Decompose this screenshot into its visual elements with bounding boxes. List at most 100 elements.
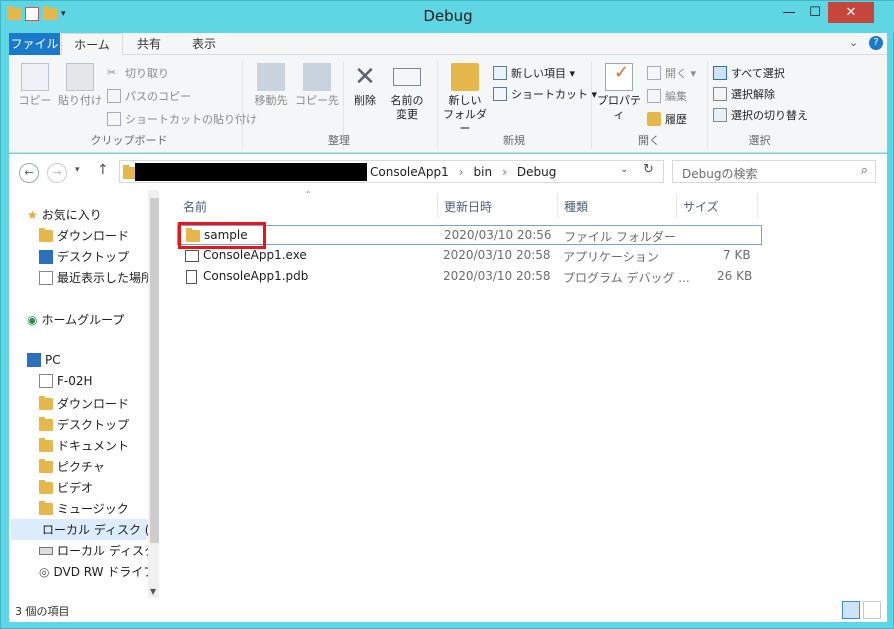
help-icon[interactable]: ? xyxy=(869,36,883,50)
copy-to-button[interactable]: コピー先 xyxy=(295,63,339,108)
large-icons-view-icon[interactable] xyxy=(863,601,881,619)
details-view-icon[interactable] xyxy=(842,601,860,619)
table-row[interactable]: ConsoleApp1.exe 2020/03/10 20:58 アプリケーショ… xyxy=(177,246,762,266)
nav-item-local-disk-c[interactable]: ローカル ディスク (C xyxy=(11,519,158,540)
breadcrumb-item[interactable]: bin xyxy=(474,165,493,179)
move-to-label: 移動先 xyxy=(254,94,288,107)
select-none-label: 選択解除 xyxy=(731,88,775,101)
table-row[interactable]: sample 2020/03/10 20:56 ファイル フォルダー xyxy=(177,222,762,249)
shortcut-button[interactable]: ショートカット ▾ xyxy=(493,86,597,102)
history-label: 履歴 xyxy=(665,113,687,126)
breadcrumb: ConsoleApp1 › bin › Debug xyxy=(370,165,556,179)
chevron-down-icon[interactable]: ⌄ xyxy=(620,164,628,175)
history-button[interactable]: 履歴 xyxy=(647,111,687,127)
scroll-down-icon[interactable]: ▼ xyxy=(150,587,156,596)
address-bar[interactable]: ConsoleApp1 › bin › Debug ⌄ ↻ xyxy=(119,160,664,183)
select-none-button[interactable]: 選択解除 xyxy=(713,86,775,102)
recent-locations-chevron-icon[interactable]: ▾ xyxy=(75,165,80,175)
explorer-window: ▾ Debug — ☐ ✕ ファイル ホーム 共有 表示 ⌄ ? コピー 貼り付… xyxy=(0,0,894,629)
column-header-size[interactable]: サイズ xyxy=(683,198,719,215)
tab-view[interactable]: 表示 xyxy=(181,33,227,55)
copy-path-button[interactable]: パスのコピー xyxy=(107,88,191,104)
rename-button[interactable]: 名前の 変更 xyxy=(387,63,427,122)
nav-scrollbar[interactable]: ▼ xyxy=(148,190,159,598)
window-title: Debug xyxy=(423,7,473,25)
new-item-button[interactable]: 新しい項目 ▾ xyxy=(493,65,575,81)
breadcrumb-item[interactable]: Debug xyxy=(517,165,556,179)
nav-item-f02h[interactable]: F-02H xyxy=(39,374,93,388)
nav-item-favorites[interactable]: ★ お気に入り xyxy=(27,206,102,223)
paste-shortcut-button[interactable]: ショートカットの貼り付け xyxy=(107,111,257,127)
documents-folder-icon xyxy=(39,437,53,452)
select-all-button[interactable]: すべて選択 xyxy=(713,65,785,81)
divider[interactable] xyxy=(437,194,438,218)
nav-label: 最近表示した場所 xyxy=(57,271,154,285)
copy-to-icon xyxy=(303,63,331,91)
breadcrumb-item[interactable]: ConsoleApp1 xyxy=(370,165,449,179)
back-button[interactable]: ← xyxy=(19,163,39,183)
tab-file[interactable]: ファイル xyxy=(9,33,60,55)
divider[interactable] xyxy=(557,194,558,218)
file-name: ConsoleApp1.exe xyxy=(203,248,307,262)
column-header-type[interactable]: 種類 xyxy=(564,198,588,215)
select-none-icon xyxy=(713,87,727,101)
table-row[interactable]: ConsoleApp1.pdb 2020/03/10 20:58 プログラム デ… xyxy=(177,267,762,287)
nav-label: ダウンロード xyxy=(57,229,130,243)
nav-item-local-disk[interactable]: ローカル ディスク ( xyxy=(39,542,159,559)
divider[interactable] xyxy=(676,194,677,218)
properties-button[interactable]: ✓ プロパティ xyxy=(595,63,643,122)
nav-item-recent[interactable]: 最近表示した場所 xyxy=(39,269,153,286)
homegroup-icon: ◉ xyxy=(27,312,38,327)
nav-item-pictures[interactable]: ピクチャ xyxy=(39,458,105,475)
delete-button[interactable]: ✕ 削除 xyxy=(347,63,383,108)
nav-item-desktop[interactable]: デスクトップ xyxy=(39,248,129,265)
nav-item-pc-desktop[interactable]: デスクトップ xyxy=(39,416,129,433)
delete-label: 削除 xyxy=(354,94,376,107)
nav-label: デスクトップ xyxy=(57,418,130,432)
nav-label: ピクチャ xyxy=(57,460,105,474)
invert-selection-button[interactable]: 選択の切り替え xyxy=(713,107,808,123)
search-placeholder: Debugの検索 xyxy=(682,167,758,181)
maximize-button[interactable]: ☐ xyxy=(802,2,828,23)
nav-item-pc[interactable]: PC xyxy=(27,353,61,367)
properties-label: プロパティ xyxy=(597,94,641,121)
up-arrow-icon[interactable]: ↑ xyxy=(97,162,109,178)
nav-item-documents[interactable]: ドキュメント xyxy=(39,437,129,454)
chevron-right-icon[interactable]: › xyxy=(502,165,507,179)
nav-item-downloads[interactable]: ダウンロード xyxy=(39,227,129,244)
nav-item-dvd[interactable]: ◎ DVD RW ドライブ xyxy=(39,563,155,580)
search-input[interactable]: Debugの検索 ⌕ xyxy=(672,160,876,183)
copy-icon xyxy=(21,63,49,91)
nav-item-videos[interactable]: ビデオ xyxy=(39,479,93,496)
scrollbar-thumb[interactable] xyxy=(150,198,159,543)
nav-item-pc-downloads[interactable]: ダウンロード xyxy=(39,395,129,412)
properties-icon: ✓ xyxy=(605,63,633,91)
music-folder-icon xyxy=(39,500,53,515)
column-header-name[interactable]: 名前 xyxy=(183,198,207,215)
nav-item-homegroup[interactable]: ◉ ホームグループ xyxy=(27,311,124,328)
divider[interactable] xyxy=(757,194,758,218)
search-icon[interactable]: ⌕ xyxy=(861,163,868,178)
sort-arrow-icon: ⌃ xyxy=(305,190,312,199)
refresh-icon[interactable]: ↻ xyxy=(643,162,654,177)
column-header-modified[interactable]: 更新日時 xyxy=(444,198,492,215)
nav-item-music[interactable]: ミュージック xyxy=(39,500,129,517)
move-to-button[interactable]: 移動先 xyxy=(249,63,293,108)
edit-button[interactable]: 編集 xyxy=(647,88,687,104)
new-folder-button[interactable]: 新しい フォルダー xyxy=(441,63,489,136)
close-button[interactable]: ✕ xyxy=(828,2,874,23)
copy-button[interactable]: コピー xyxy=(17,63,53,108)
tab-home[interactable]: ホーム xyxy=(61,33,123,55)
folder-icon xyxy=(451,63,479,91)
pictures-folder-icon xyxy=(39,458,53,473)
paste-button[interactable]: 貼り付け xyxy=(57,63,103,108)
tab-share[interactable]: 共有 xyxy=(129,33,169,55)
minimize-button[interactable]: — xyxy=(776,2,802,23)
chevron-right-icon[interactable]: › xyxy=(459,165,464,179)
open-button[interactable]: 開く ▾ xyxy=(647,65,696,81)
file-size: 26 KB xyxy=(717,269,753,283)
cut-button[interactable]: ✂ 切り取り xyxy=(107,65,169,81)
history-icon xyxy=(647,112,661,126)
chevron-down-icon[interactable]: ⌄ xyxy=(849,36,858,49)
forward-button[interactable]: → xyxy=(47,163,67,183)
